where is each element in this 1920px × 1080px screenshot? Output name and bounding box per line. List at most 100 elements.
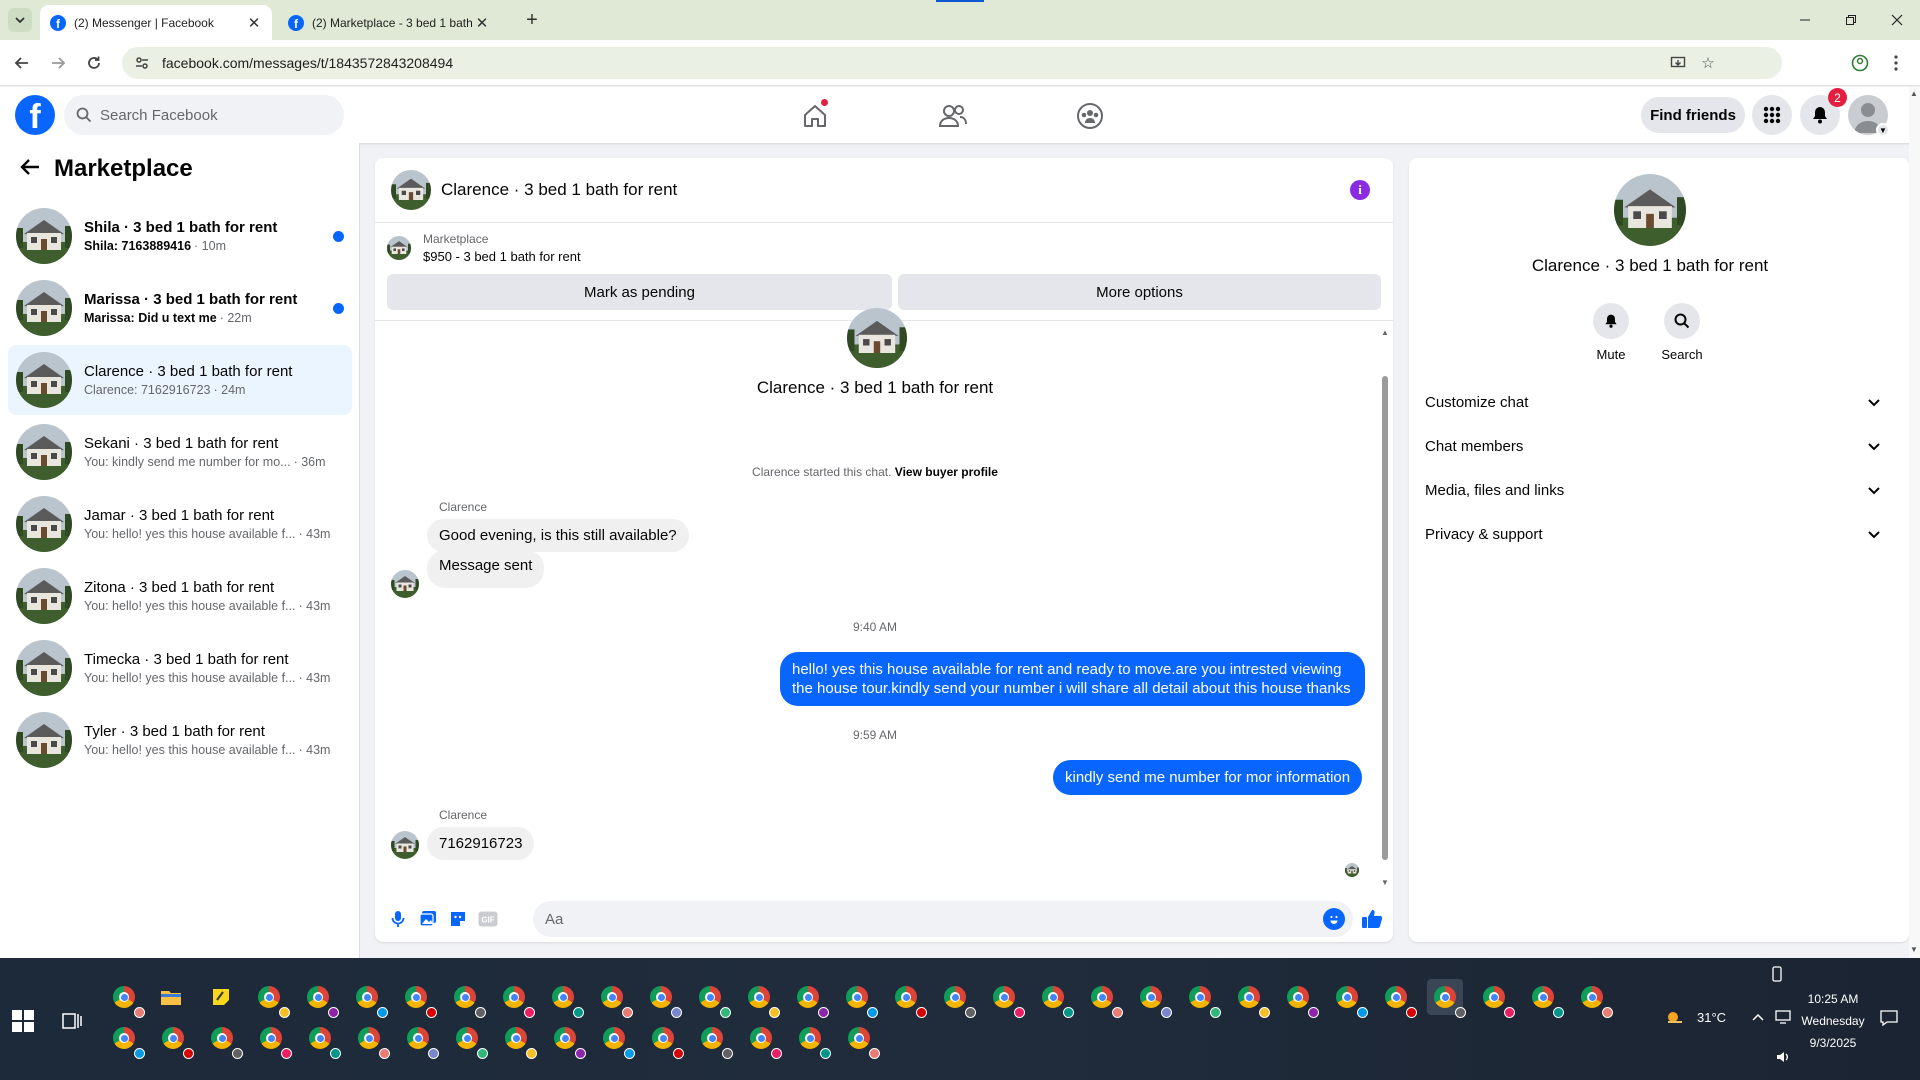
close-icon[interactable]: ✕ (474, 15, 490, 32)
chrome-profile-icon[interactable] (545, 979, 584, 1018)
chrome-profile-icon[interactable] (449, 1020, 488, 1059)
scroll-down-icon[interactable]: ▼ (1380, 878, 1390, 888)
chrome-profile-icon[interactable] (986, 979, 1025, 1018)
minimize-button[interactable] (1782, 6, 1828, 34)
scroll-thumb[interactable] (1382, 376, 1388, 860)
chrome-profile-icon[interactable] (498, 1020, 537, 1059)
facebook-search[interactable] (64, 95, 344, 135)
task-view-icon[interactable] (62, 1011, 82, 1031)
incoming-message[interactable]: 7162916723 (427, 827, 535, 860)
site-info-icon[interactable] (134, 55, 150, 71)
section-privacy-support[interactable]: Privacy & support (1425, 516, 1881, 552)
chrome-profile-icon[interactable] (204, 1020, 243, 1059)
back-button[interactable] (8, 49, 36, 77)
search-input[interactable] (100, 106, 320, 124)
thumbs-up-icon[interactable] (1359, 906, 1385, 932)
network-icon[interactable] (1775, 1010, 1791, 1027)
sticky-notes-icon[interactable] (203, 979, 239, 1015)
chrome-profile-icon[interactable] (1378, 979, 1417, 1018)
volume-icon[interactable] (1775, 1050, 1791, 1067)
chrome-profile-icon[interactable] (106, 979, 145, 1018)
forward-button[interactable] (44, 49, 72, 77)
back-arrow-icon[interactable] (20, 156, 40, 182)
more-options-button[interactable]: More options (898, 274, 1381, 310)
chrome-profile-icon[interactable] (937, 979, 976, 1018)
chrome-profile-icon[interactable] (1427, 979, 1466, 1018)
chrome-profile-icon[interactable] (1133, 979, 1172, 1018)
nav-friends[interactable] (897, 95, 1009, 137)
close-icon[interactable]: ✕ (246, 15, 262, 32)
conversation-row[interactable]: Timecka · 3 bed 1 bath for rent You: hell… (8, 633, 352, 703)
chrome-profile-icon[interactable] (398, 979, 437, 1018)
chrome-profile-icon[interactable] (888, 979, 927, 1018)
chrome-profile-icon[interactable] (743, 1020, 782, 1059)
chevron-down-icon[interactable]: ▼ (1876, 123, 1890, 137)
outgoing-message[interactable]: kindly send me number for mor informatio… (1053, 760, 1363, 795)
browser-menu-button[interactable] (1882, 49, 1910, 77)
house-thumbnail[interactable] (391, 170, 431, 210)
chat-title[interactable]: Clarence · 3 bed 1 bath for rent (441, 180, 677, 200)
conversation-row[interactable]: Sekani · 3 bed 1 bath for rent You: kindl… (8, 417, 352, 487)
nav-home[interactable] (759, 95, 871, 137)
tab-search-button[interactable] (8, 8, 32, 32)
install-app-icon[interactable] (1668, 53, 1688, 73)
notification-center-icon[interactable] (1880, 1010, 1898, 1029)
search-action[interactable]: Search (1647, 303, 1717, 362)
chrome-profile-icon[interactable] (496, 979, 535, 1018)
info-icon[interactable]: i (1350, 180, 1370, 200)
chrome-profile-icon[interactable] (1182, 979, 1221, 1018)
chrome-profile-icon[interactable] (106, 1020, 145, 1059)
chrome-profile-icon[interactable] (1525, 979, 1564, 1018)
nav-groups[interactable] (1034, 95, 1146, 137)
chrome-profile-icon[interactable] (400, 1020, 439, 1059)
chrome-profile-icon[interactable] (839, 979, 878, 1018)
chrome-profile-icon[interactable] (790, 979, 829, 1018)
chrome-profile-icon[interactable] (351, 1020, 390, 1059)
tray-phone-icon[interactable] (1770, 966, 1784, 985)
restore-button[interactable] (1828, 6, 1874, 34)
find-friends-button[interactable]: Find friends (1641, 97, 1745, 133)
chrome-profile-icon[interactable] (447, 979, 486, 1018)
chrome-profile-icon[interactable] (1574, 979, 1613, 1018)
microphone-icon[interactable] (385, 906, 411, 932)
menu-button[interactable] (1752, 95, 1792, 135)
chevron-up-icon[interactable] (1752, 1010, 1764, 1025)
chrome-profile-icon[interactable] (155, 1020, 194, 1059)
conversation-row[interactable]: Zitona · 3 bed 1 bath for rent You: hello… (8, 561, 352, 631)
chrome-profile-icon[interactable] (1035, 979, 1074, 1018)
conversation-row[interactable]: Clarence · 3 bed 1 bath for rent Clarence… (8, 345, 352, 415)
tab-marketplace[interactable]: f (2) Marketplace - 3 bed 1 bath ✕ (278, 5, 500, 40)
chrome-profile-icon[interactable] (841, 1020, 880, 1059)
windows-start-icon[interactable] (12, 1010, 34, 1032)
section-chat-members[interactable]: Chat members (1425, 428, 1881, 464)
mark-as-pending-button[interactable]: Mark as pending (387, 274, 892, 310)
chrome-profile-icon[interactable] (1084, 979, 1123, 1018)
marketplace-listing-bar[interactable]: Marketplace $950 - 3 bed 1 bath for rent (387, 232, 581, 264)
new-tab-button[interactable]: + (520, 8, 544, 32)
chrome-profile-icon[interactable] (547, 1020, 586, 1059)
system-clock[interactable]: 10:25 AM Wednesday 9/3/2025 (1790, 988, 1876, 1054)
chrome-profile-icon[interactable] (694, 1020, 733, 1059)
address-bar[interactable]: facebook.com/messages/t/1843572843208494… (122, 47, 1782, 79)
chrome-profile-icon[interactable] (1329, 979, 1368, 1018)
scroll-up-icon[interactable]: ▲ (1910, 89, 1918, 98)
outgoing-message[interactable]: hello! yes this house available for rent… (780, 652, 1365, 706)
chrome-profile-icon[interactable] (349, 979, 388, 1018)
sender-avatar[interactable] (391, 831, 419, 859)
chat-scrollbar[interactable]: ▲ ▼ (1380, 328, 1390, 888)
incoming-message[interactable]: Message sent (427, 550, 545, 588)
chrome-profile-icon[interactable] (251, 979, 290, 1018)
profile-menu-button[interactable] (1846, 49, 1874, 77)
weather-temp[interactable]: 31°C (1697, 1010, 1726, 1025)
chrome-profile-icon[interactable] (302, 1020, 341, 1059)
facebook-logo-icon[interactable]: f (15, 95, 55, 135)
bookmark-star-icon[interactable]: ☆ (1698, 53, 1718, 73)
section-media-files-links[interactable]: Media, files and links (1425, 472, 1881, 508)
mute-action[interactable]: Mute (1576, 303, 1646, 362)
gif-icon[interactable]: GIF (475, 906, 501, 932)
scroll-down-icon[interactable]: ▼ (1910, 945, 1918, 954)
chrome-profile-icon[interactable] (596, 1020, 635, 1059)
conversation-row[interactable]: Jamar · 3 bed 1 bath for rent You: hello!… (8, 489, 352, 559)
file-explorer-icon[interactable] (153, 979, 189, 1015)
chrome-profile-icon[interactable] (300, 979, 339, 1018)
